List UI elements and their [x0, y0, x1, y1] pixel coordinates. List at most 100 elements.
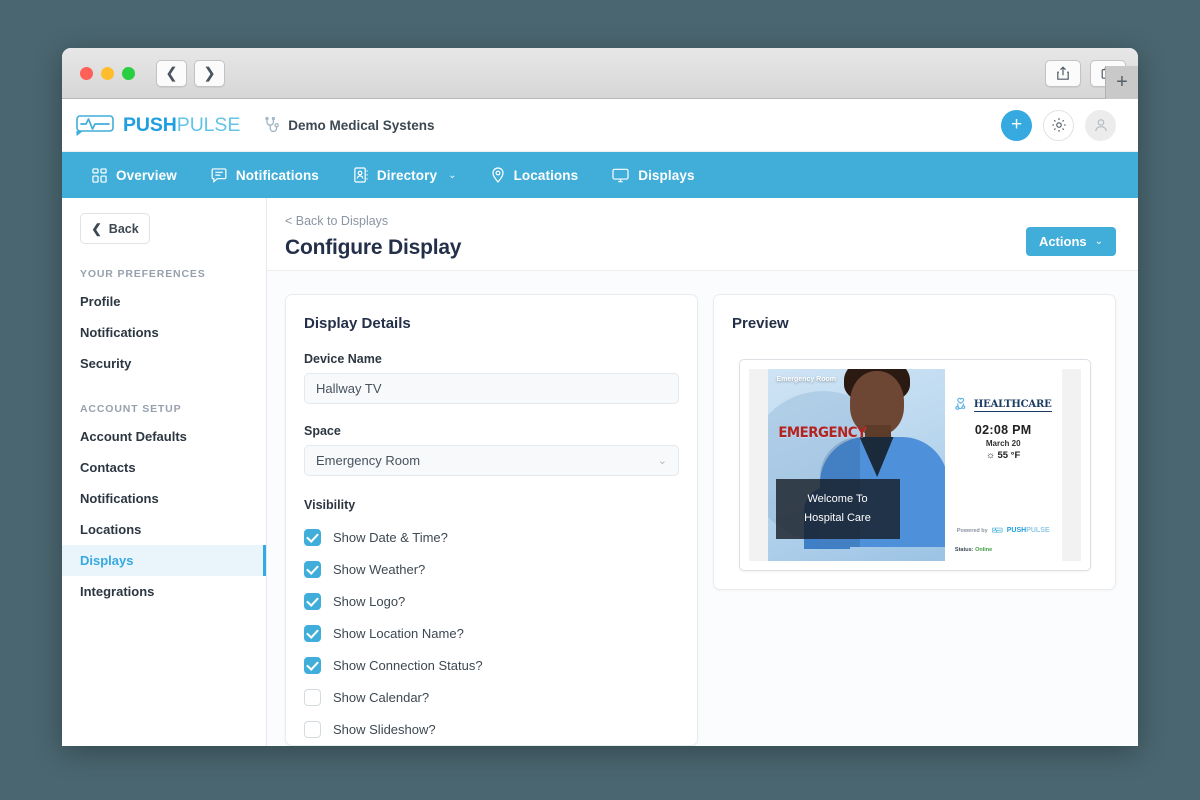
checkbox-weather[interactable] — [304, 560, 321, 578]
gear-icon[interactable] — [1043, 109, 1074, 141]
checkbox-row-weather[interactable]: Show Weather? — [304, 553, 679, 585]
logo-wordmark: PUSHPULSE — [123, 114, 240, 137]
checkbox-calendar[interactable] — [304, 688, 321, 706]
pulse-monitor-icon — [76, 115, 114, 136]
preview-title: Preview — [732, 315, 789, 332]
nav-item-notifications[interactable]: Notifications — [195, 152, 335, 198]
stethoscope-icon — [265, 116, 280, 132]
map-pin-icon — [491, 167, 504, 183]
nav-item-locations[interactable]: Locations — [475, 152, 595, 198]
checkbox-row-connection-status[interactable]: Show Connection Status? — [304, 649, 679, 681]
checkbox-row-calendar[interactable]: Show Calendar? — [304, 681, 679, 713]
breadcrumb[interactable]: < Back to Displays — [285, 214, 1116, 228]
actions-button[interactable]: Actions ⌄ — [1025, 227, 1116, 256]
monitor-icon — [612, 168, 629, 182]
panels: Display Details Device Name Hallway TV S… — [267, 271, 1138, 746]
sidebar-item-displays[interactable]: Displays — [62, 545, 266, 576]
checkbox-label-weather: Show Weather? — [333, 561, 426, 577]
space-select[interactable]: Emergency Room ⌄ — [304, 445, 679, 476]
back-icon[interactable]: ❮ — [156, 59, 187, 87]
checkbox-label-slideshow: Show Slideshow? — [333, 721, 436, 737]
display-details-title: Display Details — [304, 315, 411, 332]
tv-temperature: 55 °F — [997, 450, 1021, 461]
sidebar-item-profile[interactable]: Profile — [62, 286, 266, 317]
checkbox-row-date-time[interactable]: Show Date & Time? — [304, 521, 679, 553]
tv-powered-by-label: Powered by — [956, 527, 988, 534]
checkbox-row-location-name[interactable]: Show Location Name? — [304, 617, 679, 649]
chevron-left-icon: ❮ — [91, 222, 102, 236]
tv-welcome-line1: Welcome To — [807, 492, 868, 505]
header-actions: + — [1001, 109, 1116, 141]
logo-push: PUSH — [123, 113, 177, 136]
nav-label-locations: Locations — [513, 167, 579, 183]
checkbox-row-logo[interactable]: Show Logo? — [304, 585, 679, 617]
checkbox-logo[interactable] — [304, 592, 321, 610]
sidebar-item-security[interactable]: Security — [62, 348, 266, 379]
checkbox-slideshow[interactable] — [304, 720, 321, 738]
page-header: < Back to Displays Configure Display Act… — [267, 198, 1138, 271]
checkbox-connection-status[interactable] — [304, 656, 321, 674]
device-name-input[interactable]: Hallway TV — [304, 373, 679, 404]
grid-icon — [92, 167, 107, 183]
tv-weather: ☼ 55 °F — [955, 450, 1052, 461]
new-tab-button[interactable]: + — [1105, 66, 1138, 99]
avatar[interactable] — [1085, 109, 1116, 141]
nav-label-displays: Displays — [638, 167, 695, 183]
maximize-window-button[interactable] — [122, 66, 135, 80]
checkbox-label-connection-status: Show Connection Status? — [333, 657, 483, 673]
tv-welcome-line2: Hospital Care — [804, 511, 871, 524]
sidebar-group-title-preferences: YOUR PREFERENCES — [80, 268, 206, 280]
user-avatar-icon — [1094, 119, 1107, 132]
tv-media-panel: Emergency Room EMERGENCY Welcome To Hosp… — [767, 369, 945, 561]
nav-item-directory[interactable]: Directory ⌄ — [337, 152, 473, 198]
organization-name: Demo Medical Systens — [288, 117, 435, 133]
tv-brand-name: HEALTHCARE — [973, 398, 1052, 412]
preview-card: Preview Emergency Room EMERGENCY Welcome… — [713, 294, 1116, 590]
tv-pushpulse-wordmark: PUSHPULSE — [1006, 527, 1050, 534]
tv-brand-logo: HEALTHCARE — [955, 397, 1052, 413]
settings-sidebar: ❮ Back YOUR PREFERENCES Profile Notifica… — [62, 198, 267, 746]
space-value: Emergency Room — [316, 453, 421, 468]
sidebar-item-notifications[interactable]: Notifications — [62, 317, 266, 348]
pulse-monitor-icon — [991, 527, 1003, 533]
pushpulse-logo[interactable]: PUSHPULSE — [76, 114, 240, 137]
share-icon[interactable] — [1045, 59, 1081, 87]
window-controls[interactable] — [80, 66, 135, 80]
sidebar-item-locations[interactable]: Locations — [62, 514, 266, 545]
add-button[interactable]: + — [1001, 109, 1032, 141]
nav-item-displays[interactable]: Displays — [596, 152, 710, 198]
display-preview-screen: Emergency Room EMERGENCY Welcome To Hosp… — [738, 359, 1091, 571]
organization[interactable]: Demo Medical Systens — [264, 116, 435, 134]
checkbox-date-time[interactable] — [304, 528, 321, 546]
sidebar-item-account-defaults[interactable]: Account Defaults — [62, 421, 266, 452]
tv-status-label: Status: — [954, 547, 974, 553]
sidebar-item-integrations[interactable]: Integrations — [62, 576, 266, 607]
sidebar-item-contacts[interactable]: Contacts — [62, 452, 266, 483]
checkbox-label-date-time: Show Date & Time? — [333, 529, 448, 545]
display-details-card: Display Details Device Name Hallway TV S… — [285, 294, 698, 746]
tv-location-name: Emergency Room — [776, 376, 837, 383]
checkbox-row-slideshow[interactable]: Show Slideshow? — [304, 713, 679, 745]
address-book-icon — [354, 167, 368, 183]
minimize-window-button[interactable] — [101, 66, 114, 80]
checkbox-location-name[interactable] — [304, 624, 321, 642]
logo-pulse: PULSE — [176, 113, 241, 136]
forward-icon[interactable]: ❯ — [194, 59, 225, 87]
sidebar-item-notifications-account[interactable]: Notifications — [62, 483, 266, 514]
main-navigation: Overview Notifications Directory ⌄ Locat… — [62, 152, 1138, 198]
tv-welcome-overlay: Welcome To Hospital Care — [775, 478, 900, 539]
nav-label-directory: Directory — [376, 167, 438, 183]
tv-powered-by: Powered by PUSHPULSE — [945, 527, 1062, 534]
space-label: Space — [304, 424, 341, 438]
nav-label-overview: Overview — [116, 167, 177, 183]
app-header: PUSHPULSE Demo Medical Systens + — [62, 99, 1138, 152]
visibility-label: Visibility — [304, 498, 356, 512]
sun-icon: ☼ — [986, 450, 995, 461]
back-button-label: Back — [108, 221, 139, 236]
back-button[interactable]: ❮ Back — [80, 213, 150, 244]
nav-item-overview[interactable]: Overview — [76, 152, 193, 198]
close-window-button[interactable] — [80, 66, 93, 80]
chat-bubble-icon — [211, 167, 227, 183]
app-body: ❮ Back YOUR PREFERENCES Profile Notifica… — [62, 198, 1138, 746]
device-name-value: Hallway TV — [316, 381, 382, 396]
